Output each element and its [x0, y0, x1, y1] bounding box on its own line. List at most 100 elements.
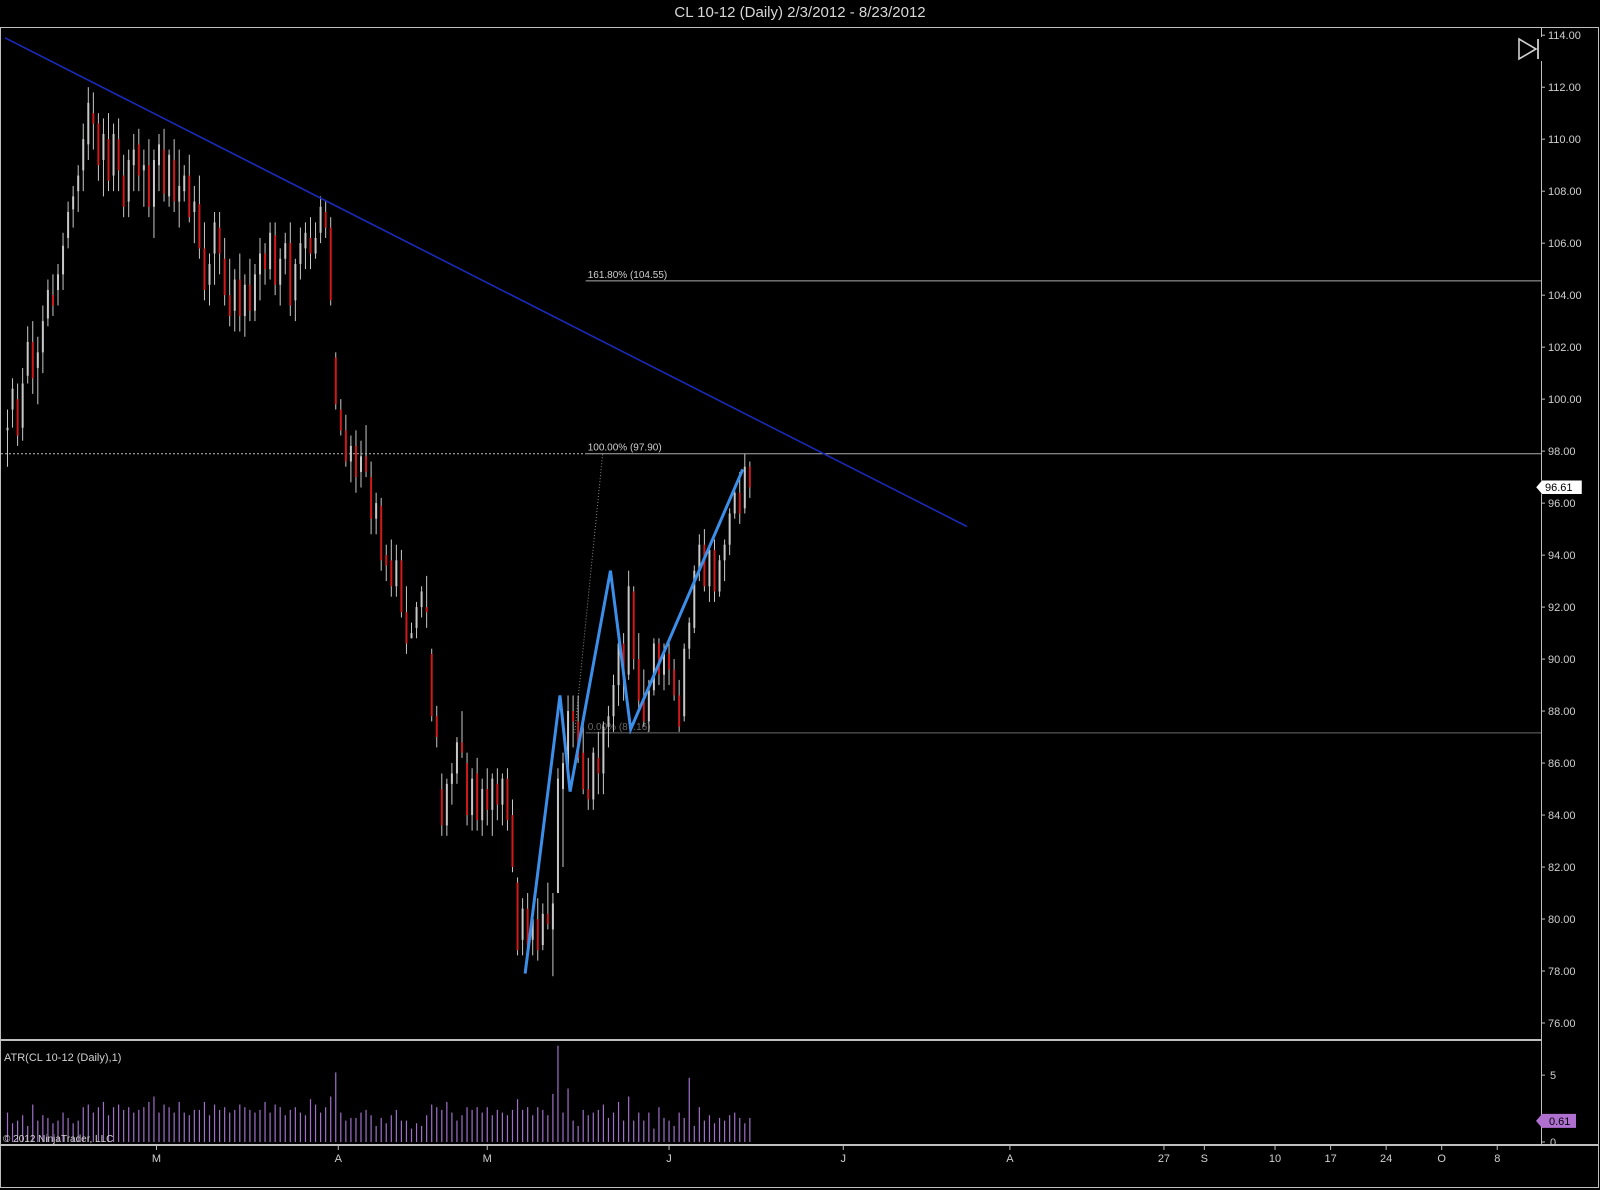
ohlc-bar — [102, 118, 105, 197]
ohlc-bar — [21, 367, 24, 441]
ohlc-bar — [400, 549, 403, 618]
ohlc-bar — [183, 165, 186, 202]
bar-body — [592, 752, 595, 800]
price-tick-label: 80.00 — [1548, 914, 1576, 926]
ohlc-bar — [723, 539, 726, 582]
ohlc-bar — [491, 773, 494, 836]
bar-body — [506, 778, 509, 821]
bar-body — [77, 175, 80, 192]
ohlc-bar — [380, 497, 383, 571]
bar-body — [738, 492, 741, 514]
bar-body — [57, 274, 59, 290]
price-tick-label: 78.00 — [1548, 966, 1576, 978]
bar-body — [259, 253, 261, 275]
ohlc-bar — [440, 773, 443, 836]
bar-body — [440, 789, 443, 826]
current-atr-label: 0.61 — [1549, 1116, 1570, 1128]
bar-body — [213, 222, 216, 254]
price-axis[interactable]: 114.00 112.00 110.00 108.00 106.00 104.00 102.… — [1541, 30, 1582, 1030]
bar-body — [329, 227, 332, 301]
ohlc-bar — [405, 586, 408, 654]
price-tick-label: 100.00 — [1548, 394, 1582, 406]
ohlc-bar — [349, 435, 352, 483]
bar-body — [147, 165, 150, 207]
bar-body — [466, 763, 469, 816]
ohlc-bar — [137, 128, 140, 192]
ohlc-bar — [678, 679, 681, 732]
ohlc-bar — [546, 882, 549, 930]
ohlc-bar — [46, 279, 49, 327]
bar-body — [556, 778, 559, 894]
ohlc-bar — [476, 757, 479, 831]
price-tick-label: 90.00 — [1548, 654, 1576, 666]
bar-body — [67, 211, 70, 238]
price-tick-label: 92.00 — [1548, 602, 1576, 614]
zigzag-drawing[interactable] — [523, 468, 745, 974]
skip-to-end-icon[interactable] — [1516, 37, 1542, 61]
bar-body — [299, 243, 302, 264]
bar-body — [163, 149, 166, 194]
ohlc-bar — [339, 399, 342, 436]
bar-body — [198, 204, 201, 249]
ohlc-bar — [67, 201, 70, 249]
bar-body — [647, 690, 650, 722]
ohlc-bar — [627, 570, 630, 680]
bar-body — [425, 607, 428, 613]
ohlc-bar — [390, 539, 393, 597]
ohlc-bar — [87, 87, 90, 160]
ohlc-bar — [637, 633, 640, 712]
bar-body — [11, 388, 14, 410]
bar-body — [158, 144, 160, 166]
ohlc-bar — [370, 461, 373, 535]
bar-body — [673, 669, 676, 696]
bar-body — [637, 659, 640, 701]
ohlc-bar — [203, 222, 206, 301]
bar-body — [122, 175, 125, 207]
ohlc-bar — [193, 185, 196, 244]
ohlc-bar — [132, 133, 135, 192]
price-tick-label: 104.00 — [1548, 290, 1582, 302]
bar-body — [248, 284, 251, 311]
bar-body — [284, 243, 287, 259]
bar-body — [82, 139, 85, 171]
ohlc-bar — [72, 185, 75, 228]
ohlc-bar — [243, 274, 246, 337]
bar-body — [107, 139, 110, 181]
ohlc-bar — [541, 903, 544, 951]
ohlc-bar — [718, 555, 721, 597]
trendline-segment[interactable] — [4, 37, 968, 528]
bar-body — [279, 258, 282, 285]
bar-body — [344, 430, 347, 462]
ohlc-bar — [289, 222, 292, 316]
zigzag-line[interactable] — [523, 468, 745, 974]
ohlc-bar — [597, 731, 600, 795]
ohlc-bar — [425, 575, 428, 628]
price-tick-label: 108.00 — [1548, 186, 1582, 198]
bar-body — [16, 399, 19, 436]
bar-body — [410, 633, 413, 639]
time-axis[interactable]: M A M J J A 27 S 10 17 24 O 8 — [152, 1146, 1500, 1165]
time-tick-label: M — [152, 1153, 161, 1165]
bar-body — [461, 742, 463, 753]
atr-panel-border — [0, 1040, 1542, 1145]
bar-body — [445, 783, 448, 826]
ohlc-bar — [395, 544, 398, 597]
ohlc-bar — [309, 217, 312, 270]
ohlc-bar — [314, 222, 317, 259]
bar-body — [309, 237, 312, 254]
bar-body — [602, 726, 605, 774]
bar-body — [274, 235, 277, 285]
ohlc-bar — [506, 768, 509, 831]
bar-body — [723, 544, 726, 561]
ohlc-bar — [516, 877, 519, 956]
ohlc-bar — [430, 648, 433, 722]
fibonacci-extension[interactable]: 161.80% (104.55) 100.00% (97.90) 0.00% (87… — [1, 270, 1541, 734]
bar-body — [117, 139, 120, 171]
trendline[interactable] — [4, 37, 968, 528]
ohlc-bar — [77, 165, 80, 212]
ohlc-bar — [365, 425, 368, 478]
bar-body — [683, 648, 686, 717]
time-tick-label: 24 — [1380, 1153, 1392, 1165]
ohlc-bar — [122, 154, 125, 218]
ohlc-bar — [264, 243, 267, 285]
